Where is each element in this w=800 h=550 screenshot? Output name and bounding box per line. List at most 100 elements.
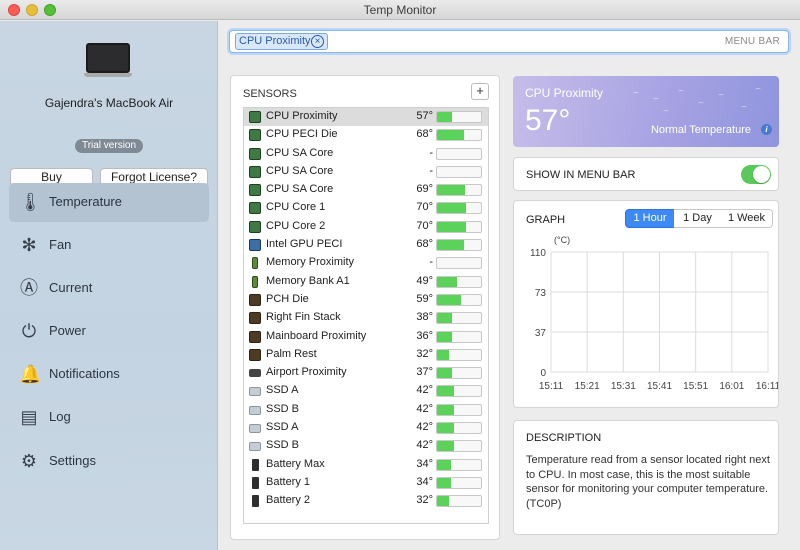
window-title: Temp Monitor xyxy=(363,3,437,17)
air-sensor-icon xyxy=(249,369,261,378)
sensor-row[interactable]: Right Fin Stack 38° xyxy=(244,309,488,327)
sensor-level-fill xyxy=(437,221,467,232)
ampere-icon: Ⓐ xyxy=(20,278,38,298)
ssd-sensor-icon xyxy=(249,405,261,415)
sensor-name: Airport Proximity xyxy=(266,366,347,379)
sensor-level-fill xyxy=(437,477,451,488)
mem-sensor-icon xyxy=(252,275,258,288)
sensor-temperature: 37° xyxy=(416,366,433,379)
sensor-row[interactable]: Mainboard Proximity 36° xyxy=(244,328,488,346)
sensor-temperature: 36° xyxy=(416,329,433,342)
sidebar-item-power[interactable]: ⏻ Power xyxy=(9,312,209,351)
y-tick-label: 110 xyxy=(530,248,546,259)
sensor-level-fill xyxy=(437,349,450,360)
sensor-level-bar xyxy=(436,422,482,435)
current-sensor-name: CPU Proximity xyxy=(525,86,604,100)
sensor-level-bar xyxy=(436,257,482,270)
board-sensor-icon xyxy=(249,312,261,325)
description-title: DESCRIPTION xyxy=(526,432,602,444)
sensor-level-fill xyxy=(437,130,465,141)
sensor-temperature: 70° xyxy=(416,219,433,232)
sensor-row[interactable]: Palm Rest 32° xyxy=(244,346,488,364)
info-icon[interactable]: i xyxy=(761,124,772,135)
sidebar-item-fan[interactable]: ✻ Fan xyxy=(9,226,209,265)
sidebar-item-settings[interactable]: ⚙ Settings xyxy=(9,442,209,481)
sensor-level-bar xyxy=(436,348,482,361)
graph-title: GRAPH xyxy=(526,214,566,226)
remove-token-icon[interactable]: × xyxy=(311,35,324,48)
show-in-menu-bar-toggle[interactable] xyxy=(741,165,771,184)
sensor-level-bar xyxy=(436,330,482,343)
sensor-level-fill xyxy=(437,441,454,452)
range-1-week[interactable]: 1 Week xyxy=(721,209,773,228)
sidebar-item-temperature[interactable]: 🌡 Temperature xyxy=(9,183,209,222)
sensor-row[interactable]: CPU Core 2 70° xyxy=(244,218,488,236)
sensor-level-bar xyxy=(436,147,482,160)
range-1-hour[interactable]: 1 Hour xyxy=(625,209,675,228)
sensor-row[interactable]: PCH Die 59° xyxy=(244,291,488,309)
range-1-day[interactable]: 1 Day xyxy=(674,209,722,228)
sensor-row[interactable]: Battery Max 34° xyxy=(244,456,488,474)
sensor-level-fill xyxy=(437,240,465,251)
sensor-name: Memory Proximity xyxy=(266,256,355,269)
sensor-row[interactable]: CPU Core 1 70° xyxy=(244,199,488,217)
sidebar-item-current[interactable]: Ⓐ Current xyxy=(9,269,209,308)
sensor-name: Intel GPU PECI xyxy=(266,238,343,251)
sensor-level-bar xyxy=(436,440,482,453)
sensor-row[interactable]: Memory Bank A1 49° xyxy=(244,273,488,291)
sensor-row[interactable]: CPU SA Core 69° xyxy=(244,181,488,199)
sensor-temperature: 34° xyxy=(416,475,433,488)
sensor-row[interactable]: Battery 1 34° xyxy=(244,474,488,492)
sensor-name: Battery 1 xyxy=(266,475,311,488)
sidebar-item-label: Current xyxy=(49,280,93,295)
sensor-row[interactable]: CPU PECI Die 68° xyxy=(244,126,488,144)
sensor-row[interactable]: Memory Proximity - xyxy=(244,254,488,272)
sidebar-item-label: Temperature xyxy=(49,194,122,209)
sensor-level-bar xyxy=(436,220,482,233)
sensor-level-fill xyxy=(437,276,457,287)
sensor-row[interactable]: SSD B 42° xyxy=(244,401,488,419)
sensor-name: SSD A xyxy=(266,421,299,434)
sensor-row[interactable]: CPU Proximity 57° xyxy=(244,108,488,127)
sensor-token-field[interactable]: CPU Proximity × MENU BAR xyxy=(229,30,789,53)
sensor-name: Battery Max xyxy=(266,457,325,470)
sensor-row[interactable]: Intel GPU PECI 68° xyxy=(244,236,488,254)
sidebar-item-label: Notifications xyxy=(49,366,120,381)
sensor-temperature: 68° xyxy=(416,128,433,141)
sensor-row[interactable]: SSD B 42° xyxy=(244,437,488,455)
batt-sensor-icon xyxy=(252,476,259,489)
sensor-level-bar xyxy=(436,111,482,123)
sidebar-item-log[interactable]: ▤ Log xyxy=(9,398,209,437)
sensor-row[interactable]: CPU SA Core - xyxy=(244,163,488,181)
sensor-level-fill xyxy=(437,459,451,470)
sensor-level-bar xyxy=(436,293,482,306)
sensor-level-bar xyxy=(436,165,482,178)
laptop-icon xyxy=(84,43,132,79)
sensor-token[interactable]: CPU Proximity × xyxy=(235,33,328,50)
sensor-temperature: 57° xyxy=(416,110,433,122)
sidebar-item-label: Settings xyxy=(49,453,96,468)
sensor-name: Battery 2 xyxy=(266,494,311,507)
sensor-row[interactable]: SSD A 42° xyxy=(244,382,488,400)
sensor-name: Palm Rest xyxy=(266,347,317,360)
temperature-graph: (°C) 110 73 37 0 15:11 15:21 15:31 15:41 15:51 16:… xyxy=(530,235,778,392)
sensor-level-bar xyxy=(436,202,482,215)
trial-badge: Trial version xyxy=(75,139,143,153)
log-icon: ▤ xyxy=(20,407,38,427)
sidebar-item-notifications[interactable]: 🔔 Notifications xyxy=(9,355,209,394)
sensor-row[interactable]: SSD A 42° xyxy=(244,419,488,437)
y-tick-label: 37 xyxy=(535,328,547,339)
sensor-level-bar xyxy=(436,129,482,142)
sensor-temperature: 32° xyxy=(416,494,433,507)
device-name: Gajendra's MacBook Air xyxy=(44,96,174,110)
add-sensor-button[interactable]: + xyxy=(471,83,489,100)
sensor-name: CPU SA Core xyxy=(266,164,334,177)
ssd-sensor-icon xyxy=(249,424,261,434)
sensor-row[interactable]: Battery 2 32° xyxy=(244,492,488,510)
gear-icon: ⚙ xyxy=(20,451,38,471)
sensor-level-fill xyxy=(437,368,452,379)
sensor-row[interactable]: Airport Proximity 37° xyxy=(244,364,488,382)
sensor-level-bar xyxy=(436,385,482,398)
sensor-row[interactable]: CPU SA Core - xyxy=(244,145,488,163)
sensor-token-label: CPU Proximity xyxy=(239,35,311,47)
